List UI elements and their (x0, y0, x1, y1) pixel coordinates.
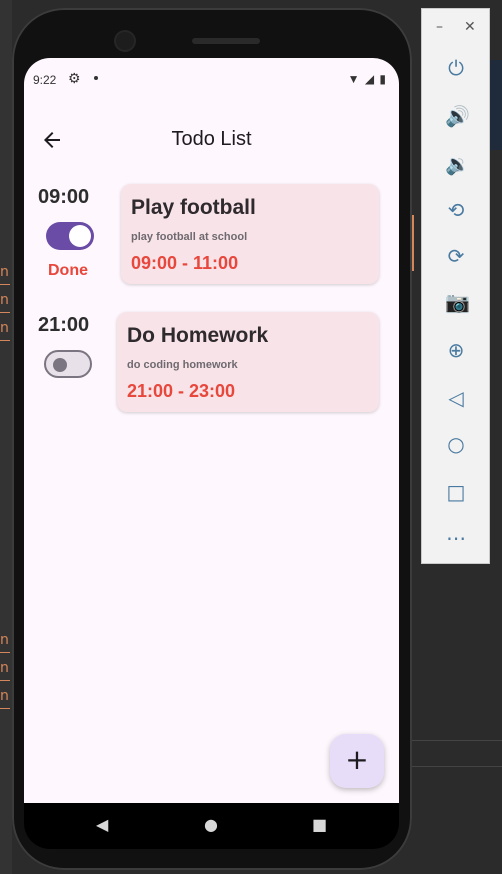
status-bar: 9:22 ⚙ ▼ ◢ ▮ (24, 58, 399, 102)
emulator-toolbar: – ✕ ⏻ 🔊 🔉 ⟲ ⟳ 📷 ⊕ ◁ ○ □ ⋯ (421, 8, 490, 564)
ide-marker: n (0, 630, 10, 653)
zoom-icon[interactable]: ⊕ (445, 339, 467, 361)
overview-icon[interactable]: □ (445, 481, 467, 503)
home-circle-icon[interactable]: ● (204, 815, 218, 834)
status-right-icons: ▼ ◢ ▮ (348, 72, 387, 86)
close-icon[interactable]: ✕ (464, 19, 476, 35)
ide-marker: n (0, 658, 10, 681)
todo-time-range: 09:00 - 11:00 (131, 253, 239, 273)
todo-description: do coding homework (127, 359, 238, 371)
toggle-knob (69, 225, 91, 247)
todo-description: play football at school (131, 231, 248, 243)
add-todo-button[interactable]: + (330, 734, 384, 788)
home-icon[interactable]: ○ (445, 433, 467, 455)
ide-divider (412, 766, 502, 767)
volume-down-icon[interactable]: 🔉 (445, 153, 470, 175)
wifi-icon: ▼ (347, 72, 361, 86)
todo-title: Do Homework (127, 324, 269, 347)
signal-icon: ◢ (364, 72, 376, 86)
back-icon[interactable]: ◁ (445, 387, 467, 409)
todo-card[interactable]: Play football play football at school 09… (121, 184, 379, 284)
todo-time-range: 21:00 - 23:00 (127, 381, 236, 401)
todo-time: 21:00 (38, 314, 90, 336)
front-camera (116, 32, 134, 50)
dot-icon (94, 76, 98, 80)
app-screen: 9:22 ⚙ ▼ ◢ ▮ Todo List 09:00 Done Play f… (24, 58, 399, 803)
done-label: Done (48, 262, 88, 279)
earpiece (192, 38, 260, 44)
power-icon[interactable]: ⏻ (445, 57, 467, 79)
more-icon[interactable]: ⋯ (445, 527, 467, 549)
done-toggle[interactable] (44, 350, 92, 378)
done-toggle[interactable] (46, 222, 94, 250)
ide-marker: n (0, 290, 10, 313)
toggle-knob (53, 358, 67, 372)
ide-left-gutter (0, 0, 12, 874)
ide-marker: n (0, 686, 10, 709)
ide-divider (412, 740, 502, 741)
camera-icon[interactable]: 📷 (445, 291, 470, 313)
gear-icon: ⚙ (68, 70, 81, 86)
todo-card[interactable]: Do Homework do coding homework 21:00 - 2… (117, 312, 379, 412)
todo-time: 09:00 (38, 186, 90, 208)
page-title: Todo List (171, 128, 252, 150)
status-time: 9:22 (33, 73, 57, 87)
system-nav-bar: ◀ ● ■ (24, 803, 399, 849)
ide-minimap (490, 60, 502, 150)
minimize-icon[interactable]: – (436, 19, 443, 35)
back-triangle-icon[interactable]: ◀ (96, 815, 108, 834)
todo-title: Play football (131, 196, 256, 219)
rotate-left-icon[interactable]: ⟲ (445, 199, 467, 221)
ide-marker: n (0, 262, 10, 285)
recents-square-icon[interactable]: ■ (312, 815, 327, 834)
app-bar: Todo List (24, 122, 399, 166)
battery-icon: ▮ (379, 72, 387, 86)
volume-up-icon[interactable]: 🔊 (445, 105, 470, 127)
ide-marker: n (0, 318, 10, 341)
rotate-right-icon[interactable]: ⟳ (445, 245, 467, 267)
